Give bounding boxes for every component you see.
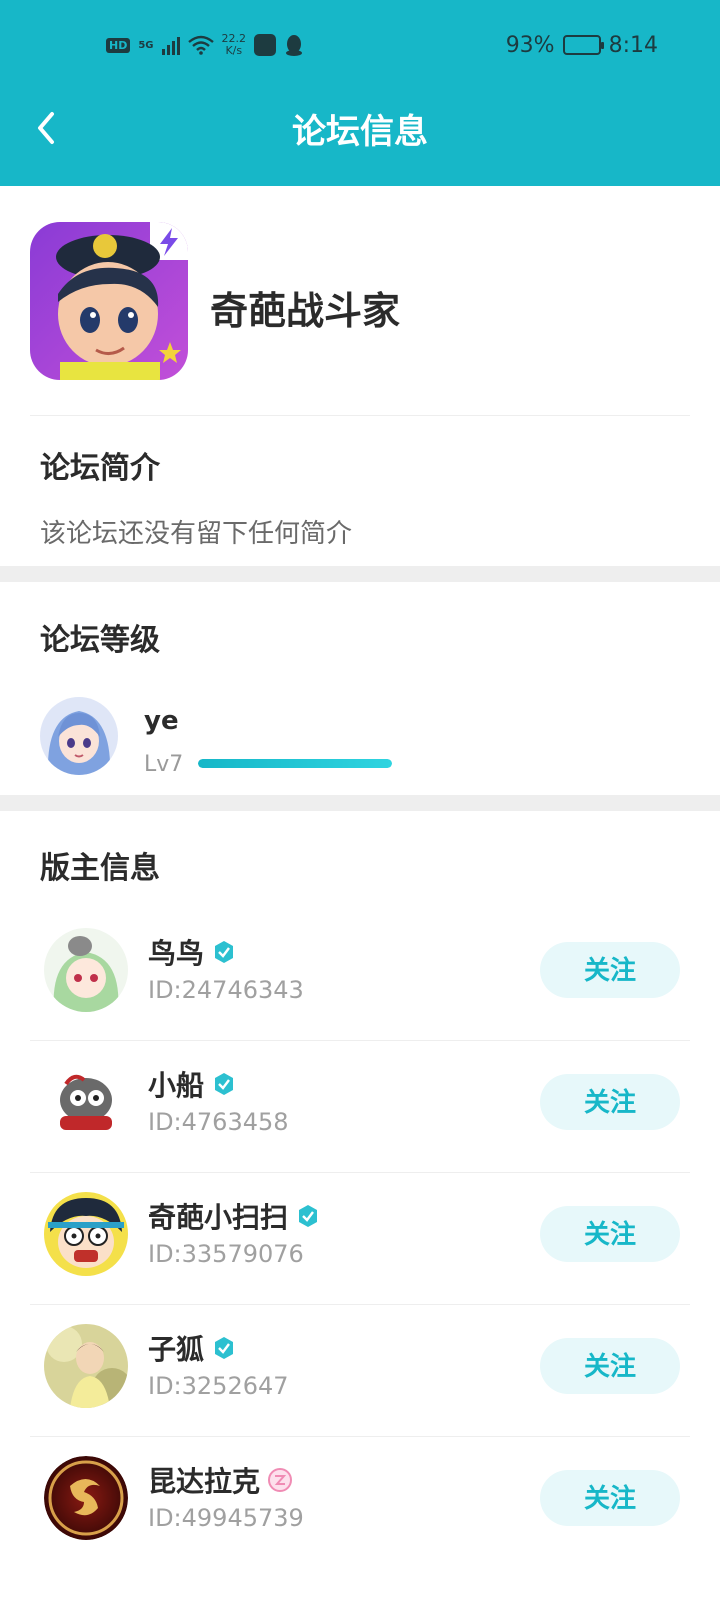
hd-indicator: HD: [106, 37, 131, 53]
status-bar: HD 5G 22.2 K/s 93% 8:14: [0, 0, 720, 90]
section-separator: [0, 795, 720, 811]
moderator-name-wrap: 昆达拉克: [148, 1460, 293, 1500]
moderator-row: 鸟鸟 ID:24746343 关注: [0, 906, 720, 1041]
user-avatar[interactable]: [40, 697, 118, 775]
moderator-row: 子狐 ID:3252647 关注: [0, 1302, 720, 1437]
moderator-id: ID:49945739: [148, 1504, 304, 1532]
section-separator: [0, 566, 720, 582]
signal-icon: [161, 35, 180, 55]
net-type-label: 5G: [138, 39, 154, 51]
app-notification-icon: [254, 34, 277, 56]
user-level: Lv7: [144, 752, 184, 777]
moderator-row: 奇葩小扫扫 ID:33579076 关注: [0, 1170, 720, 1305]
forum-name: 奇葩战斗家: [210, 289, 401, 333]
moderator-row: 昆达拉克 ID:49945739 关注: [0, 1434, 720, 1569]
moderator-name-wrap: 子狐: [148, 1328, 236, 1368]
moderator-name-wrap: 奇葩小扫扫: [148, 1196, 320, 1236]
moderator-avatar[interactable]: [44, 928, 128, 1012]
section-title-intro: 论坛简介: [40, 451, 160, 486]
moderator-name-wrap: 小船: [148, 1064, 236, 1104]
top-app-bar: HD 5G 22.2 K/s 93% 8:14 论坛信息: [0, 0, 720, 186]
network-speed: 22.2 K/s: [222, 33, 247, 57]
battery-percent: 93%: [505, 32, 555, 58]
verified-icon: [215, 1073, 234, 1095]
section-title-level: 论坛等级: [40, 623, 160, 658]
moderator-avatar[interactable]: [44, 1060, 128, 1144]
battery-icon: [562, 35, 604, 55]
moderator-avatar[interactable]: [44, 1324, 128, 1408]
follow-button[interactable]: 关注: [540, 1338, 680, 1394]
moderator-name: 鸟鸟: [148, 937, 205, 970]
follow-button[interactable]: 关注: [540, 942, 680, 998]
moderator-id: ID:4763458: [148, 1108, 289, 1136]
moderator-id: ID:24746343: [148, 976, 304, 1004]
user-name: ye: [144, 706, 179, 736]
forum-app-icon: [30, 222, 188, 380]
creator-badge-icon: [268, 1468, 293, 1492]
moderator-name: 小船: [148, 1069, 205, 1102]
speed-unit: K/s: [225, 44, 243, 57]
page-title: 论坛信息: [292, 112, 428, 152]
moderator-id: ID:3252647: [148, 1372, 289, 1400]
wifi-icon: [187, 35, 214, 55]
moderator-name-wrap: 鸟鸟: [148, 932, 236, 972]
verified-icon: [215, 1337, 234, 1359]
status-left: HD 5G 22.2 K/s: [106, 30, 304, 60]
intro-text: 该论坛还没有留下任何简介: [40, 519, 353, 549]
moderator-row: 小船 ID:4763458 关注: [0, 1038, 720, 1173]
follow-button[interactable]: 关注: [540, 1470, 680, 1526]
moderator-name: 子狐: [148, 1333, 205, 1366]
verified-icon: [215, 941, 234, 963]
verified-icon: [299, 1205, 318, 1227]
follow-button[interactable]: 关注: [540, 1206, 680, 1262]
moderator-id: ID:33579076: [148, 1240, 304, 1268]
level-progress-bar: [198, 759, 392, 768]
moderator-name: 昆达拉克: [148, 1465, 261, 1498]
clock: 8:14: [608, 32, 658, 58]
status-right: 93% 8:14: [506, 30, 658, 60]
moderator-avatar[interactable]: [44, 1456, 128, 1540]
follow-button[interactable]: 关注: [540, 1074, 680, 1130]
section-title-moderators: 版主信息: [40, 851, 160, 886]
moderator-avatar[interactable]: [44, 1192, 128, 1276]
level-progress-fill: [198, 759, 392, 768]
qq-icon: [286, 35, 303, 56]
divider: [30, 415, 690, 416]
moderator-name: 奇葩小扫扫: [148, 1201, 289, 1234]
